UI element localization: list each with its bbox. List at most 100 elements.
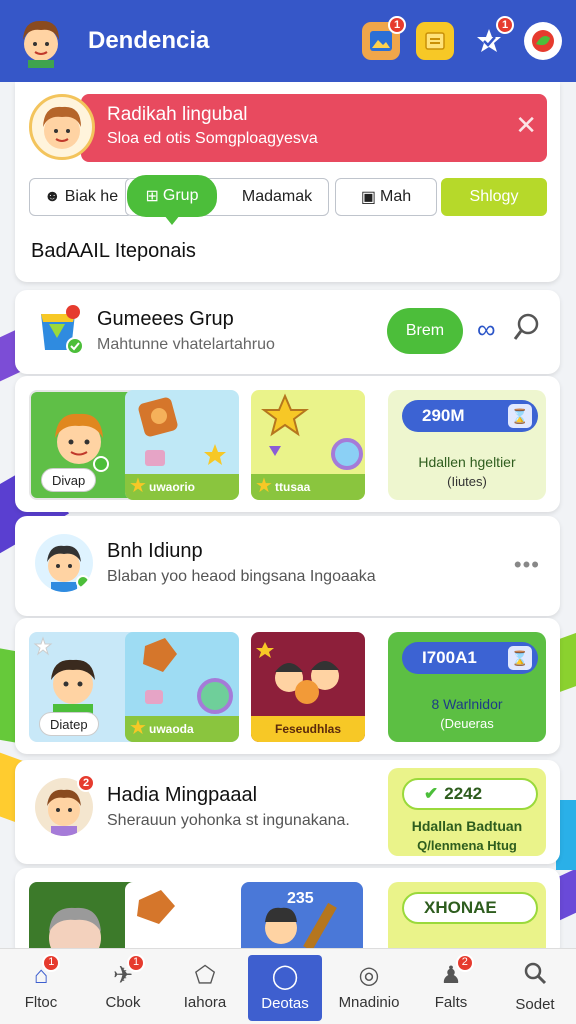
- app-header: Dendencia 1 1: [0, 0, 576, 82]
- nav-item-cbok[interactable]: ✈ 1 Cbok: [82, 949, 164, 1024]
- ball-icon: ◯: [271, 962, 299, 990]
- star-icon: ★: [129, 717, 147, 739]
- tab-shlogy[interactable]: Shlogy: [441, 178, 547, 216]
- tile-game-6[interactable]: 235: [241, 882, 363, 958]
- section-heading: BadAAIL Iteponais: [31, 240, 196, 262]
- tab-label: Biak he: [64, 188, 119, 205]
- reward-value: 2242: [444, 784, 483, 803]
- nav-item-iahora[interactable]: ⬠ Iahora: [164, 949, 246, 1024]
- person-name: Hadia Mingpaaal: [107, 784, 258, 806]
- reward-label: Hdallan Badtuan: [411, 818, 523, 834]
- link-icon[interactable]: ∞: [477, 314, 496, 345]
- note-icon[interactable]: [416, 22, 454, 60]
- user-avatar[interactable]: [14, 14, 68, 68]
- tile-game-5[interactable]: [125, 882, 239, 958]
- notification-badge: 2: [455, 953, 474, 972]
- hourglass-icon: ⌛: [508, 404, 532, 428]
- nav-label: Sodet: [515, 996, 555, 1013]
- grid-icon: ⊞: [145, 188, 159, 205]
- square-icon: ▣: [360, 189, 376, 206]
- tab-row: ☻ Biak he Madamak ⊞ Grup ▣ Mah Shlogy: [29, 175, 549, 225]
- boy-avatar-icon: [23, 20, 59, 68]
- nav-label: Iahora: [183, 993, 227, 1011]
- search-icon: [523, 961, 547, 990]
- content-strip: 235 XHONAE: [15, 868, 560, 958]
- group-card[interactable]: Gumeees Grup Mahtunne vhatelartahruo Bre…: [15, 290, 560, 374]
- stat-sublabel: (Deueras: [440, 716, 494, 731]
- stat-panel[interactable]: I700A1 ⌛ 8 Warlnidor (Deueras: [388, 632, 546, 742]
- bucket-icon: [35, 304, 91, 358]
- person-icon: ☻: [43, 188, 61, 205]
- tile-label: Diatep: [39, 712, 99, 736]
- nav-item-deotas[interactable]: ◯ Deotas: [248, 955, 322, 1021]
- game-tile-art: [261, 393, 363, 470]
- tile-game-3[interactable]: uwaoda ★: [125, 632, 239, 742]
- tab-biak-he[interactable]: ☻ Biak he: [29, 178, 133, 216]
- stat-pill: 290M ⌛: [402, 400, 538, 432]
- plane-icon: ✈ 1: [113, 953, 146, 988]
- notification-badge: 1: [42, 953, 61, 972]
- notification-badge: 2: [77, 774, 95, 792]
- star-icon: ★: [255, 475, 273, 497]
- pentagon-icon: ⬠: [194, 961, 216, 989]
- more-options-icon[interactable]: •••: [514, 552, 540, 578]
- nav-label: Fltoc: [24, 993, 58, 1011]
- nav-item-sodet[interactable]: Sodet: [494, 949, 576, 1024]
- reward-panel[interactable]: ✔ 2242 Hdallan Badtuan Q/lenmena Htug: [388, 768, 546, 856]
- reward-sublabel: Q/lenmena Htug: [417, 838, 517, 853]
- nav-item-mnadinio[interactable]: ◎ Mnadinio: [328, 949, 410, 1024]
- tile-label: Divap: [41, 468, 97, 492]
- tab-label: Mah: [380, 188, 412, 205]
- nav-item-falts[interactable]: ♟ 2 Falts: [410, 949, 492, 1024]
- reward-value: XHONAE: [424, 898, 497, 917]
- stat-panel[interactable]: 290M ⌛ Hdallen hgeltier (Iiutes): [388, 390, 546, 500]
- bottom-nav: ⌂ 1 Fltoc ✈ 1 Cbok ⬠ Iahora ◯ Deotas ◎ Mna…: [0, 948, 576, 1024]
- boy-avatar-icon: [43, 106, 81, 149]
- alert-title: Radikah lingubal: [107, 104, 248, 125]
- camera-icon: ◎: [358, 961, 380, 989]
- reward-pill: XHONAE: [402, 892, 538, 924]
- alert-subtitle: Sloa ed otis Somgploagyesva: [107, 130, 318, 147]
- stat-value: I700A1: [422, 648, 477, 667]
- content-strip: Divap uwaorio ★ ttusaa ★ 290M ⌛ Hdallen …: [15, 376, 560, 512]
- check-icon: ✔: [424, 784, 439, 803]
- close-icon[interactable]: ✕: [515, 112, 537, 138]
- photo-icon[interactable]: 1: [362, 16, 406, 60]
- stat-value: 290M: [422, 406, 465, 425]
- notification-badge: 1: [127, 953, 146, 972]
- nav-label: Deotas: [261, 994, 309, 1012]
- home-icon: ⌂ 1: [34, 953, 61, 988]
- person-name: Bnh Idiunp: [107, 540, 203, 562]
- reward-panel[interactable]: XHONAE: [388, 882, 546, 958]
- nav-item-home[interactable]: ⌂ 1 Fltoc: [0, 949, 82, 1024]
- notification-badge: 1: [496, 16, 514, 34]
- join-group-button[interactable]: Brem: [387, 308, 463, 354]
- nav-label: Mnadinio: [338, 993, 400, 1011]
- app-title: Dendencia: [88, 27, 210, 54]
- game-tile-art: [138, 397, 226, 466]
- person-avatar: [35, 534, 93, 592]
- profile-avatar[interactable]: [29, 94, 95, 160]
- game-tile-art: [256, 642, 339, 704]
- message-row[interactable]: Bnh Idiunp Blaban yoo heaod bingsana Ing…: [15, 516, 560, 616]
- tab-grup[interactable]: ⊞ Grup: [127, 175, 217, 225]
- tile-game-2[interactable]: ttusaa ★: [251, 390, 365, 500]
- reward-pill: ✔ 2242: [402, 778, 538, 810]
- tab-mah[interactable]: ▣ Mah: [335, 178, 437, 216]
- stat-sublabel: (Iiutes): [447, 474, 487, 489]
- hourglass-icon: ⌛: [508, 646, 532, 670]
- search-icon[interactable]: [513, 312, 541, 349]
- tile-game-1[interactable]: uwaorio ★: [125, 390, 239, 500]
- tile-game-4[interactable]: Feseudhlas ★: [251, 632, 365, 742]
- stat-label: Hdallen hgeltier: [418, 454, 516, 470]
- boy-avatar-icon: [47, 545, 90, 592]
- message-preview: Blaban yoo heaod bingsana Ingoaaka: [107, 568, 376, 585]
- nav-label: Cbok: [105, 993, 141, 1011]
- star-check-icon[interactable]: 1: [470, 16, 514, 60]
- message-preview: Sherauun yohonka st ingunakana.: [107, 812, 350, 829]
- message-row[interactable]: 2 Hadia Mingpaaal Sherauun yohonka st in…: [15, 760, 560, 864]
- group-title: Gumeees Grup: [97, 308, 234, 330]
- chat-icon[interactable]: [524, 22, 562, 60]
- stat-pill: I700A1 ⌛: [402, 642, 538, 674]
- alert-banner[interactable]: Radikah lingubal Sloa ed otis Somgploagy…: [81, 94, 547, 162]
